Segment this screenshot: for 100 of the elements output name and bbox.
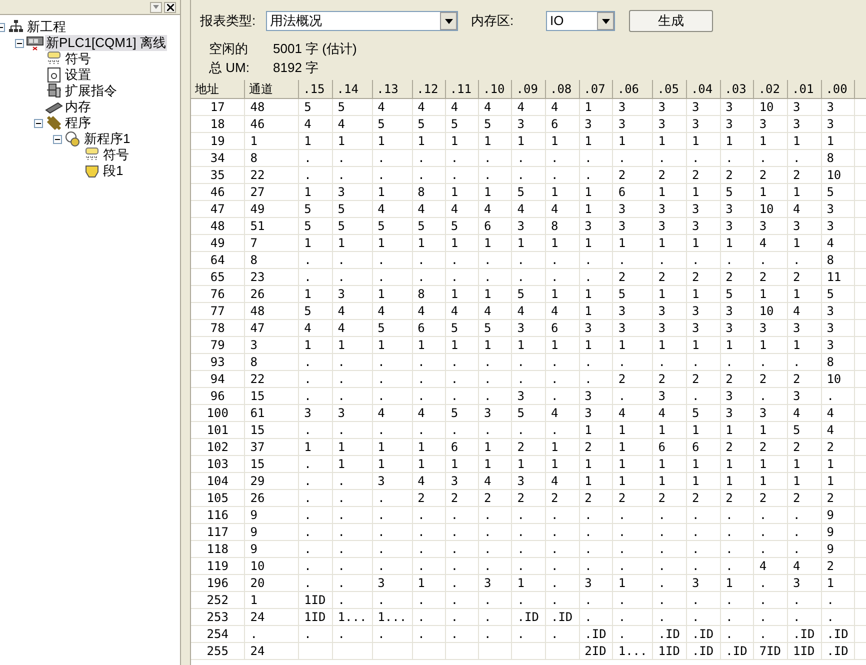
table-cell: 1 (652, 336, 686, 354)
table-cell: . (754, 150, 788, 166)
table-cell: 3 (720, 388, 754, 404)
table-cell: 3 (821, 200, 855, 218)
table-cell: 2 (478, 490, 512, 506)
table-cell: 61 (244, 404, 299, 422)
table-cell: 4 (545, 98, 580, 116)
column-header[interactable]: .10 (478, 80, 512, 98)
table-cell: 1 (298, 286, 332, 302)
table-cell: . (298, 524, 332, 540)
expander-icon[interactable] (14, 38, 24, 48)
table-cell: . (545, 252, 580, 268)
report-type-dropdown[interactable]: 用法概况 (266, 11, 458, 31)
column-header[interactable]: .03 (720, 80, 754, 98)
table-cell: 4 (788, 200, 822, 218)
table-cell: . (788, 150, 822, 166)
table-cell: 1 (478, 132, 512, 150)
table-cell: 2 (788, 490, 822, 506)
table-cell: 1 (445, 286, 479, 302)
column-header[interactable]: .05 (652, 80, 686, 98)
column-header[interactable]: .12 (412, 80, 446, 98)
column-header[interactable]: .15 (298, 80, 332, 98)
column-header[interactable]: .07 (579, 80, 613, 98)
tree-item[interactable]: 符号 (102, 147, 130, 163)
tree-item[interactable]: 扩展指令 (64, 83, 118, 99)
memory-area-dropdown[interactable]: IO (546, 11, 615, 31)
column-header[interactable]: .13 (372, 80, 412, 98)
column-header[interactable]: 通道 (244, 80, 299, 98)
table-cell: 5 (332, 200, 372, 218)
table-cell: .ID (788, 626, 822, 642)
column-header[interactable]: .04 (686, 80, 720, 98)
table-cell: . (788, 524, 822, 540)
table-cell: . (478, 506, 512, 524)
table-cell: 2 (754, 438, 788, 456)
table-cell: . (478, 252, 512, 268)
table-cell: 3 (612, 98, 653, 116)
table-cell: 5 (512, 184, 546, 200)
table-cell: 116 (191, 506, 245, 524)
column-header[interactable]: .08 (545, 80, 580, 98)
table-cell: 9 (821, 524, 855, 540)
table-cell: 3 (652, 200, 686, 218)
tree-item[interactable]: 新PLC1[CQM1] 离线 (45, 35, 167, 51)
column-header[interactable]: .02 (754, 80, 788, 98)
table-cell: 4 (754, 234, 788, 252)
table-cell: 1 (478, 456, 512, 472)
table-cell: 3 (788, 388, 822, 404)
table-cell: 4 (788, 558, 822, 574)
table-cell: 1 (512, 336, 546, 354)
tree-item[interactable]: 段1 (102, 163, 124, 179)
table-cell: . (478, 608, 512, 626)
table-cell: . (545, 592, 580, 608)
tree-item[interactable]: 新工程 (26, 19, 67, 35)
table-cell: . (478, 150, 512, 166)
tree-item[interactable]: 符号 (64, 51, 92, 67)
module-icon (46, 83, 62, 99)
table-cell: 105 (191, 490, 245, 506)
column-header[interactable]: 地址 (191, 80, 245, 98)
table-cell: 1 (412, 336, 446, 354)
table-cell: 1ID (298, 608, 332, 626)
column-header[interactable]: .00 (821, 80, 855, 98)
table-cell: . (445, 370, 479, 388)
close-icon[interactable] (164, 2, 176, 12)
free-label: 空闲的 (209, 40, 249, 58)
table-cell: . (478, 540, 512, 558)
tree-item[interactable]: 内存 (64, 99, 92, 115)
table-cell: 1 (579, 472, 613, 490)
table-cell: . (412, 268, 446, 286)
column-header[interactable]: .06 (612, 80, 653, 98)
table-cell: 3 (612, 302, 653, 320)
table-cell: 26 (244, 286, 299, 302)
column-header[interactable]: .09 (512, 80, 546, 98)
table-cell: 1 (478, 286, 512, 302)
table-cell: 4 (821, 404, 855, 422)
tree-item[interactable]: 设置 (64, 67, 92, 83)
table-cell: . (412, 592, 446, 608)
table-cell: . (512, 370, 546, 388)
table-cell: . (652, 354, 686, 370)
table-cell: . (720, 354, 754, 370)
column-header[interactable]: .11 (445, 80, 479, 98)
table-cell: 2 (788, 268, 822, 286)
expander-icon[interactable] (34, 118, 42, 128)
table-cell: 94 (191, 370, 245, 388)
table-cell: . (686, 608, 720, 626)
table-cell: 2ID (579, 642, 613, 660)
table-cell: 2 (412, 490, 446, 506)
table-cell: . (512, 592, 546, 608)
column-header[interactable]: .01 (788, 80, 822, 98)
table-cell: 48 (244, 302, 299, 320)
table-cell: 3 (652, 388, 686, 404)
table-cell: 1 (612, 336, 653, 354)
table-cell: 7ID (754, 642, 788, 660)
generate-button[interactable]: 生成 (629, 10, 713, 32)
table-cell: .ID (652, 626, 686, 642)
tree-item[interactable]: 新程序1 (83, 131, 132, 147)
column-header[interactable]: .14 (332, 80, 372, 98)
table-cell: . (332, 422, 372, 438)
symbol-icon (46, 51, 62, 67)
expander-icon[interactable] (52, 134, 62, 144)
tree-item[interactable]: 程序 (64, 115, 92, 131)
table-cell: . (372, 524, 412, 540)
